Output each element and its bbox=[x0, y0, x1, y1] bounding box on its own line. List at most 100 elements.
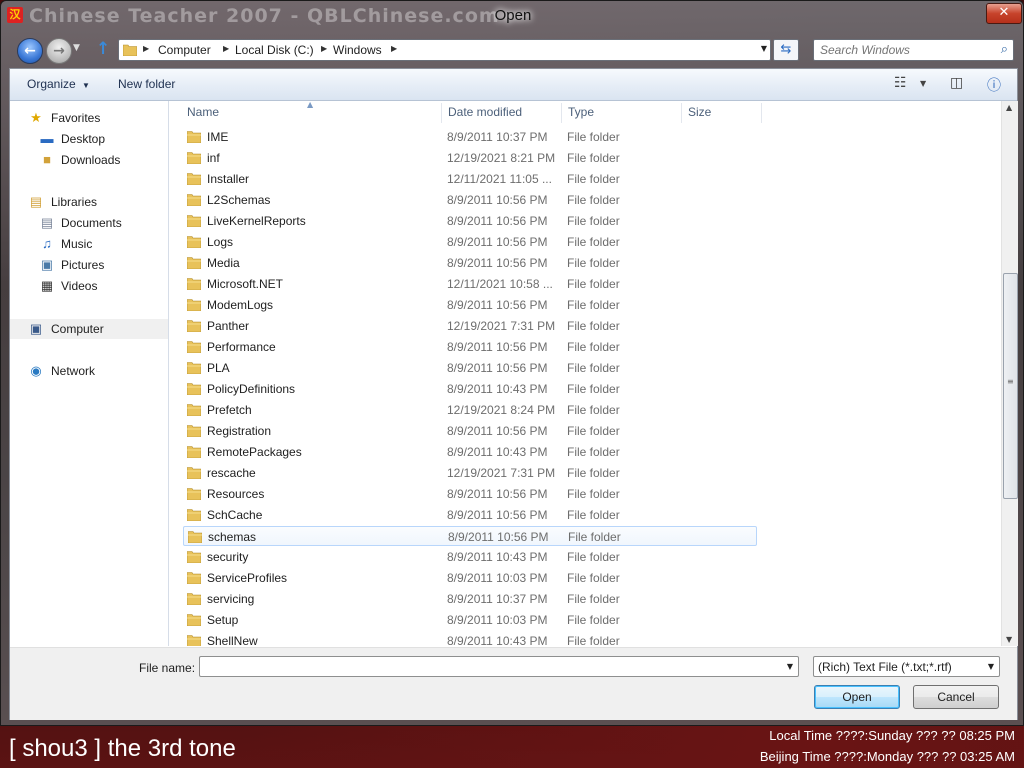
column-divider[interactable] bbox=[561, 103, 562, 123]
nav-item-pictures[interactable]: ▣ Pictures bbox=[10, 255, 168, 275]
file-row[interactable]: Registration 8/9/2011 10:56 PM File folder bbox=[183, 421, 757, 441]
file-name: schemas bbox=[208, 530, 257, 544]
file-date-modified: 12/11/2021 10:58 ... bbox=[447, 277, 553, 291]
open-dialog-window: 汉 Chinese Teacher 2007 - QBLChinese.com … bbox=[0, 0, 1024, 726]
recent-locations-dropdown-icon[interactable]: ▼ bbox=[73, 43, 80, 53]
sort-ascending-icon: ▲ bbox=[307, 101, 314, 109]
column-divider[interactable] bbox=[761, 103, 762, 123]
file-type: File folder bbox=[567, 634, 620, 646]
file-row[interactable]: Resources 8/9/2011 10:56 PM File folder bbox=[183, 484, 757, 504]
file-type-filter[interactable]: (Rich) Text File (*.txt;*.rtf) ▼ bbox=[813, 656, 1000, 677]
scroll-up-icon[interactable]: ▲ bbox=[1006, 103, 1012, 112]
nav-item-music[interactable]: ♫ Music bbox=[10, 234, 168, 254]
breadcrumb-windows[interactable]: Windows bbox=[333, 43, 382, 57]
close-button[interactable]: ✕ bbox=[986, 3, 1022, 24]
file-row[interactable]: security 8/9/2011 10:43 PM File folder bbox=[183, 547, 757, 567]
help-icon[interactable]: ⓘ bbox=[987, 75, 1001, 95]
nav-item-network[interactable]: ◉ Network bbox=[10, 361, 168, 381]
nav-item-computer[interactable]: ▣ Computer bbox=[10, 319, 168, 339]
new-folder-button[interactable]: New folder bbox=[118, 77, 175, 91]
change-view-icon[interactable]: ☷ bbox=[894, 75, 907, 91]
breadcrumb-separator-icon[interactable]: ▶ bbox=[223, 44, 229, 53]
nav-item-downloads[interactable]: ■ Downloads bbox=[10, 150, 168, 170]
nav-label: Pictures bbox=[61, 258, 105, 272]
file-row[interactable]: inf 12/19/2021 8:21 PM File folder bbox=[183, 148, 757, 168]
folder-icon bbox=[186, 592, 202, 606]
cancel-button[interactable]: Cancel bbox=[913, 685, 999, 709]
file-row[interactable]: L2Schemas 8/9/2011 10:56 PM File folder bbox=[183, 190, 757, 210]
file-row[interactable]: IME 8/9/2011 10:37 PM File folder bbox=[183, 127, 757, 147]
file-row[interactable]: ShellNew 8/9/2011 10:43 PM File folder bbox=[183, 631, 757, 646]
file-row[interactable]: PLA 8/9/2011 10:56 PM File folder bbox=[183, 358, 757, 378]
chevron-down-icon[interactable]: ▼ bbox=[787, 662, 793, 671]
file-row[interactable]: Prefetch 12/19/2021 8:24 PM File folder bbox=[183, 400, 757, 420]
lesson-subtitle: [ shou3 ] the 3rd tone bbox=[9, 735, 236, 762]
breadcrumb-separator-icon[interactable]: ▶ bbox=[321, 44, 327, 53]
column-header-type[interactable]: Type bbox=[568, 105, 594, 119]
folder-icon bbox=[186, 508, 202, 522]
file-row[interactable]: Media 8/9/2011 10:56 PM File folder bbox=[183, 253, 757, 273]
nav-item-libraries[interactable]: ▤ Libraries bbox=[10, 192, 168, 212]
preview-pane-icon[interactable]: ◫ bbox=[950, 75, 963, 91]
search-input[interactable] bbox=[818, 40, 992, 60]
nav-item-favorites[interactable]: ★ Favorites bbox=[10, 108, 168, 128]
search-box[interactable]: ⌕ bbox=[813, 39, 1014, 61]
file-row[interactable]: ServiceProfiles 8/9/2011 10:03 PM File fol… bbox=[183, 568, 757, 588]
view-options-dropdown-icon[interactable]: ▼ bbox=[920, 79, 926, 88]
breadcrumb-computer[interactable]: Computer bbox=[158, 43, 211, 57]
breadcrumb-local-disk[interactable]: Local Disk (C:) bbox=[235, 43, 314, 57]
file-row[interactable]: Setup 8/9/2011 10:03 PM File folder bbox=[183, 610, 757, 630]
up-folder-icon[interactable]: ↑ bbox=[96, 39, 110, 59]
column-header-date[interactable]: Date modified bbox=[448, 105, 522, 119]
file-name-combo[interactable]: ▼ bbox=[199, 656, 799, 678]
folder-icon bbox=[186, 361, 202, 375]
column-divider[interactable] bbox=[441, 103, 442, 123]
nav-item-videos[interactable]: ▦ Videos bbox=[10, 276, 168, 296]
column-header-name[interactable]: Name bbox=[187, 105, 219, 119]
column-divider[interactable] bbox=[681, 103, 682, 123]
file-name-input[interactable] bbox=[204, 657, 778, 678]
organize-menu-button[interactable]: Organize ▼ bbox=[27, 77, 90, 91]
chevron-down-icon[interactable]: ▼ bbox=[988, 662, 994, 671]
file-row[interactable]: SchCache 8/9/2011 10:56 PM File folder bbox=[183, 505, 757, 525]
file-row[interactable]: RemotePackages 8/9/2011 10:43 PM File fold… bbox=[183, 442, 757, 462]
file-date-modified: 8/9/2011 10:03 PM bbox=[447, 571, 548, 585]
file-row[interactable]: PolicyDefinitions 8/9/2011 10:43 PM File f… bbox=[183, 379, 757, 399]
file-row[interactable]: Panther 12/19/2021 7:31 PM File folder bbox=[183, 316, 757, 336]
file-row[interactable]: Microsoft.NET 12/11/2021 10:58 ... File fo… bbox=[183, 274, 757, 294]
refresh-button[interactable]: ⇆ bbox=[773, 39, 799, 61]
file-name: security bbox=[207, 550, 249, 564]
file-row[interactable]: LiveKernelReports 8/9/2011 10:56 PM File f… bbox=[183, 211, 757, 231]
file-row[interactable]: Performance 8/9/2011 10:56 PM File folder bbox=[183, 337, 757, 357]
column-header-size[interactable]: Size bbox=[688, 105, 711, 119]
file-date-modified: 8/9/2011 10:56 PM bbox=[447, 487, 548, 501]
file-row[interactable]: Installer 12/11/2021 11:05 ... File folder bbox=[183, 169, 757, 189]
file-row[interactable]: servicing 8/9/2011 10:37 PM File folder bbox=[183, 589, 757, 609]
folder-icon bbox=[186, 424, 202, 438]
folder-icon bbox=[186, 235, 202, 249]
file-row[interactable]: schemas 8/9/2011 10:56 PM File folder bbox=[183, 526, 757, 546]
file-name: IME bbox=[207, 130, 229, 144]
breadcrumb-separator-icon[interactable]: ▶ bbox=[391, 44, 397, 53]
vertical-scrollbar[interactable]: ▲ ≡ ▼ bbox=[1001, 101, 1018, 646]
back-button[interactable]: ← bbox=[17, 38, 43, 64]
file-type: File folder bbox=[567, 403, 620, 417]
file-type: File folder bbox=[567, 277, 620, 291]
file-date-modified: 8/9/2011 10:56 PM bbox=[447, 193, 548, 207]
file-name: inf bbox=[207, 151, 220, 165]
address-dropdown-icon[interactable]: ▼ bbox=[761, 44, 767, 53]
music-icon: ♫ bbox=[42, 236, 52, 251]
file-type: File folder bbox=[567, 571, 620, 585]
forward-button[interactable]: → bbox=[46, 38, 72, 64]
file-row[interactable]: rescache 12/19/2021 7:31 PM File folder bbox=[183, 463, 757, 483]
file-row[interactable]: Logs 8/9/2011 10:56 PM File folder bbox=[183, 232, 757, 252]
nav-item-documents[interactable]: ▤ Documents bbox=[10, 213, 168, 233]
file-row[interactable]: ModemLogs 8/9/2011 10:56 PM File folder bbox=[183, 295, 757, 315]
scroll-down-icon[interactable]: ▼ bbox=[1006, 635, 1012, 644]
open-button[interactable]: Open bbox=[814, 685, 900, 709]
scrollbar-thumb[interactable]: ≡ bbox=[1003, 273, 1018, 499]
nav-item-desktop[interactable]: ▬ Desktop bbox=[10, 129, 168, 149]
search-icon[interactable]: ⌕ bbox=[1001, 42, 1008, 57]
address-bar[interactable]: ▶ Computer ▶ Local Disk (C:) ▶ Windows ▶… bbox=[118, 39, 771, 61]
breadcrumb-separator-icon[interactable]: ▶ bbox=[143, 44, 149, 53]
